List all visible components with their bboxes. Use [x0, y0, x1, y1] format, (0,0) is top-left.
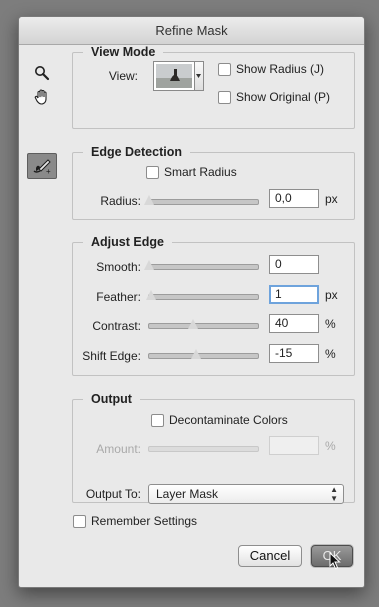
output-title: Output: [83, 392, 140, 406]
radius-slider[interactable]: [144, 195, 259, 205]
amount-slider: [148, 446, 259, 452]
view-mode-title: View Mode: [83, 45, 164, 59]
hand-icon[interactable]: [29, 85, 55, 109]
output-to-label: Output To:: [85, 487, 141, 501]
output-to-value: Layer Mask: [156, 487, 219, 501]
amount-label: Amount:: [96, 442, 141, 456]
amount-field: [269, 436, 319, 455]
refine-radius-brush-icon[interactable]: +: [27, 153, 57, 179]
remember-settings-checkbox[interactable]: [73, 515, 86, 528]
contrast-slider[interactable]: [148, 319, 259, 329]
view-mode-group: View Mode View: Show Radius (J) Show Ori…: [72, 45, 355, 129]
magnifier-icon[interactable]: [29, 61, 55, 85]
smooth-label: Smooth:: [96, 260, 141, 274]
show-original-checkbox[interactable]: [218, 91, 231, 104]
refine-mask-dialog: Refine Mask + View Mode View: Show Radiu…: [18, 16, 365, 588]
output-to-select[interactable]: Layer Mask ▲ ▼: [148, 484, 344, 504]
svg-text:+: +: [46, 167, 51, 175]
show-radius-checkbox[interactable]: [218, 63, 231, 76]
remember-settings-label: Remember Settings: [91, 514, 198, 528]
decontaminate-colors-label: Decontaminate Colors: [169, 413, 288, 427]
smart-radius-checkbox[interactable]: [146, 166, 159, 179]
feather-field[interactable]: 1: [269, 285, 319, 304]
radius-label: Radius:: [100, 194, 141, 208]
view-mode-dropdown[interactable]: [195, 61, 204, 91]
shift-edge-label: Shift Edge:: [82, 349, 141, 363]
edge-detection-group: Edge Detection Smart Radius Radius: 0,0 …: [72, 145, 355, 220]
feather-slider[interactable]: [146, 290, 259, 300]
output-group: Output Decontaminate Colors Amount: % Ou…: [72, 392, 355, 504]
feather-unit: px: [325, 288, 338, 302]
smooth-slider-thumb[interactable]: [144, 260, 154, 270]
view-mode-thumbnail[interactable]: [153, 61, 195, 91]
radius-unit: px: [325, 192, 338, 206]
feather-slider-thumb[interactable]: [146, 290, 156, 300]
adjust-edge-group: Adjust Edge Smooth: 0 Feather: 1 px Cont…: [72, 235, 355, 376]
cancel-button[interactable]: Cancel: [238, 545, 302, 567]
show-original-label: Show Original (P): [236, 90, 331, 104]
dialog-title: Refine Mask: [19, 17, 364, 45]
shift-edge-field[interactable]: -15: [269, 344, 319, 363]
view-label: View:: [108, 69, 138, 83]
radius-slider-thumb[interactable]: [144, 195, 154, 205]
contrast-field[interactable]: 40: [269, 314, 319, 333]
smooth-slider[interactable]: [144, 260, 259, 270]
shift-edge-slider[interactable]: [148, 349, 259, 359]
radius-field[interactable]: 0,0: [269, 189, 319, 208]
shift-edge-unit: %: [325, 347, 336, 361]
amount-unit: %: [325, 439, 336, 453]
smooth-field[interactable]: 0: [269, 255, 319, 274]
show-radius-label: Show Radius (J): [236, 62, 325, 76]
contrast-slider-thumb[interactable]: [188, 319, 198, 329]
mouse-cursor-icon: [329, 551, 341, 573]
feather-label: Feather:: [96, 290, 141, 304]
decontaminate-colors-checkbox[interactable]: [151, 414, 164, 427]
contrast-unit: %: [325, 317, 336, 331]
smart-radius-label: Smart Radius: [164, 165, 237, 179]
contrast-label: Contrast:: [92, 319, 141, 333]
select-arrows-icon: ▲ ▼: [330, 485, 338, 503]
adjust-edge-title: Adjust Edge: [83, 235, 172, 249]
edge-detection-title: Edge Detection: [83, 145, 190, 159]
shift-edge-slider-thumb[interactable]: [191, 349, 201, 359]
